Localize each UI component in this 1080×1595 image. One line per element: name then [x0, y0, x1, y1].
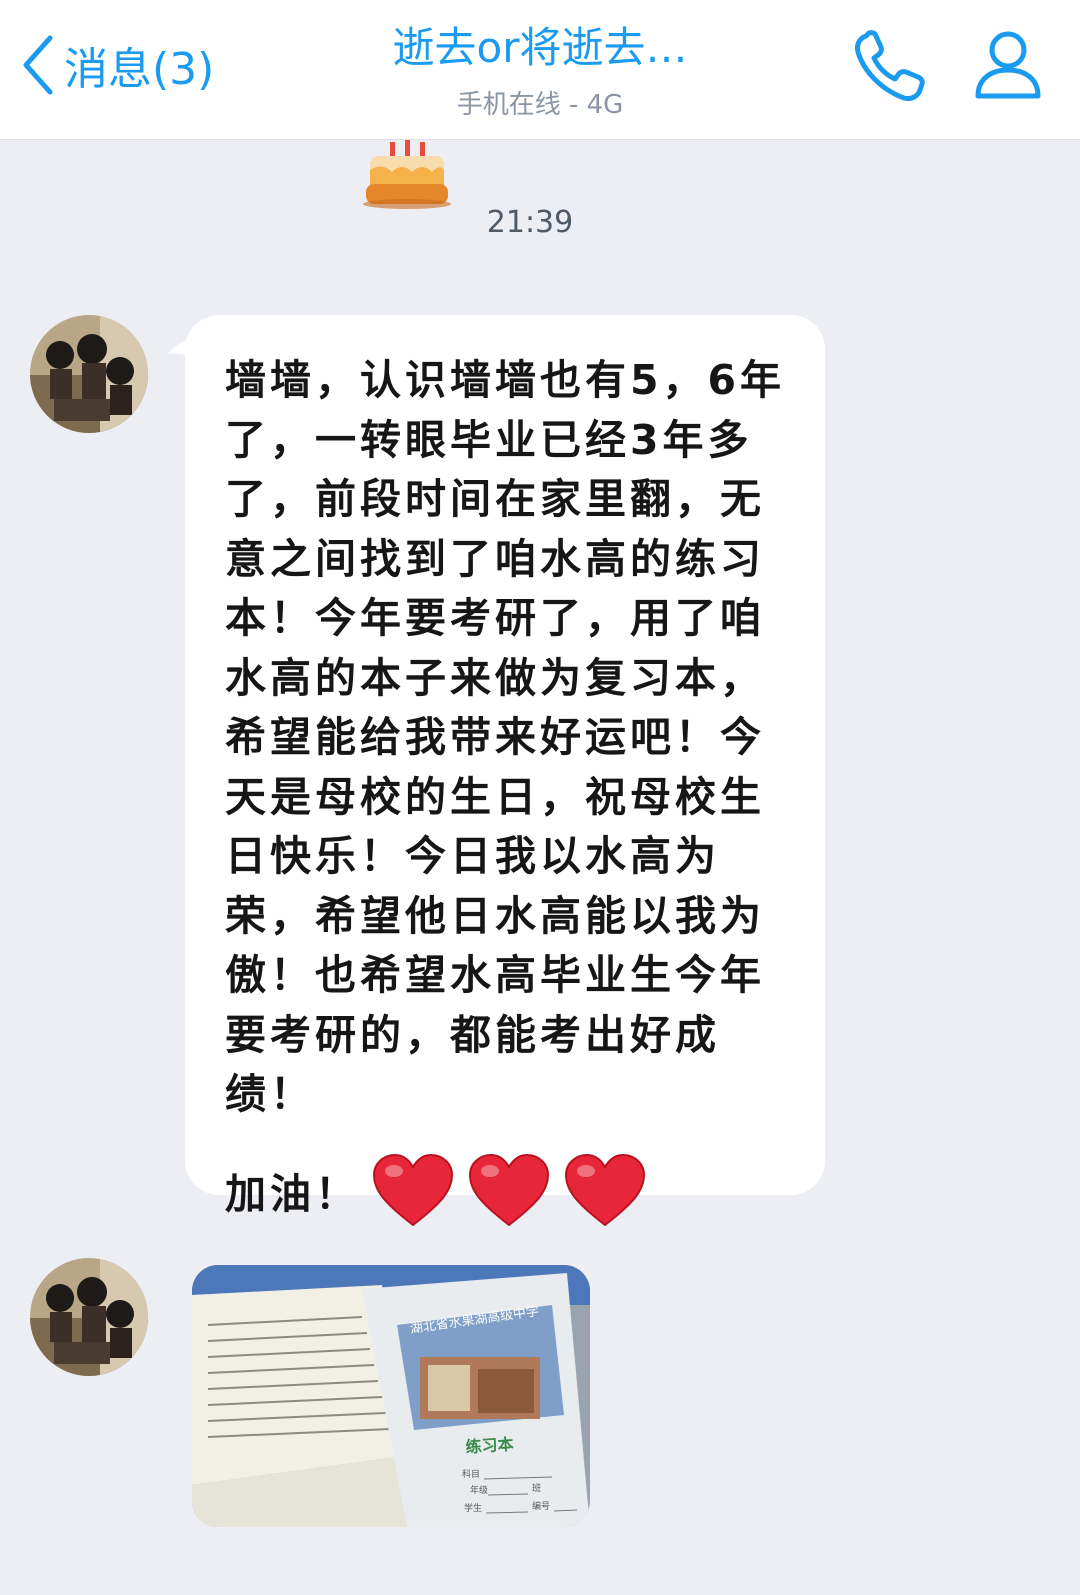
- chat-title: 逝去or将逝去…: [392, 23, 688, 72]
- field-subject: 科目: [462, 1468, 480, 1480]
- photo-message[interactable]: 湖北省水果湖高级中学 练习本 科目 年级 班 学生 编号: [192, 1265, 590, 1527]
- avatar-image: [30, 1258, 148, 1376]
- red-heart-emoji: [564, 1153, 646, 1226]
- chat-title-area[interactable]: 逝去or将逝去… 手机在线 - 4G: [300, 20, 780, 121]
- message-bubble[interactable]: 墙墙，认识墙墙也有5，6年了，一转眼毕业已经3年多了，前段时间在家里翻，无意之间…: [185, 315, 825, 1226]
- red-heart-emoji: [468, 1153, 550, 1226]
- notebook-photo: 湖北省水果湖高级中学 练习本 科目 年级 班 学生 编号: [192, 1265, 590, 1527]
- sender-avatar[interactable]: [30, 315, 148, 433]
- cover-label: 练习本: [465, 1434, 514, 1456]
- field-class: 班: [532, 1482, 541, 1494]
- field-grade: 年级: [470, 1484, 488, 1496]
- sender-avatar[interactable]: [30, 1258, 148, 1376]
- phone-icon[interactable]: [850, 26, 930, 106]
- back-button[interactable]: 消息(3): [18, 30, 214, 100]
- avatar-image: [30, 315, 148, 433]
- message-closing-line: 加油！: [225, 1151, 787, 1229]
- birthday-cake-emoji: [363, 140, 451, 209]
- person-icon[interactable]: [968, 24, 1048, 104]
- message-closing-text: 加油！: [225, 1169, 360, 1218]
- field-number: 编号: [532, 1500, 550, 1512]
- online-status: 手机在线 - 4G: [456, 90, 624, 120]
- chevron-left-icon: [23, 35, 53, 95]
- message-timestamp: 21:39: [486, 205, 574, 240]
- back-label: 消息(3): [64, 44, 215, 95]
- red-heart-emoji: [372, 1153, 454, 1226]
- message-text: 墙墙，认识墙墙也有5，6年了，一转眼毕业已经3年多了，前段时间在家里翻，无意之间…: [225, 356, 786, 1118]
- chat-header: 消息(3) 逝去or将逝去… 手机在线 - 4G: [0, 0, 1080, 140]
- field-student: 学生: [464, 1502, 482, 1514]
